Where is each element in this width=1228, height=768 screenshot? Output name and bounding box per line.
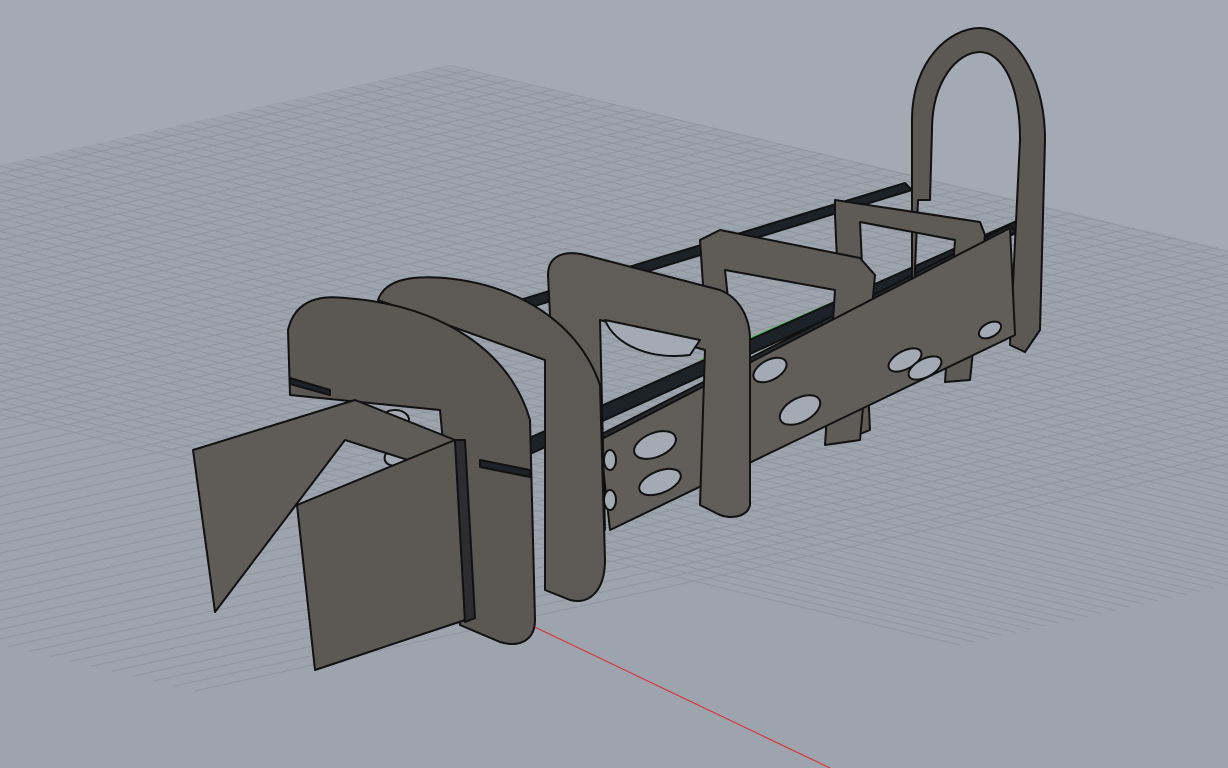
viewport-canvas[interactable] (0, 0, 1228, 768)
3d-viewport[interactable] (0, 0, 1228, 768)
